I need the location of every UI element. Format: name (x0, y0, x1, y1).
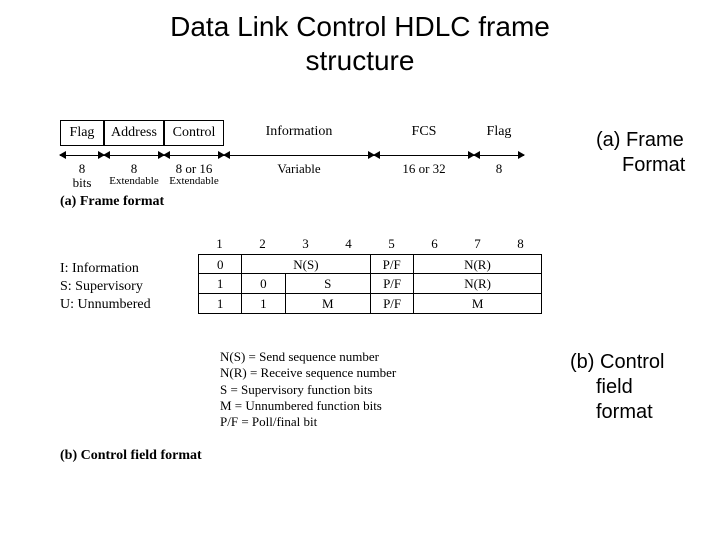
bit-num-3: 3 (284, 234, 327, 254)
slide-title: Data Link Control HDLC frame structure (0, 0, 720, 81)
dim-label: 8 (474, 162, 524, 176)
bit-number-row: 1 2 3 4 5 6 7 8 (198, 234, 542, 254)
control-field-table: 1 2 3 4 5 6 7 8 0 N(S) P/F N(R) 1 0 S (198, 234, 542, 314)
pf-field: P/F (370, 294, 413, 314)
legend-i: I: Information (60, 260, 151, 278)
bit-num-1: 1 (198, 234, 241, 254)
bit1: 1 (198, 274, 241, 294)
frame-cell-information: Information (224, 120, 374, 146)
bit2: 0 (241, 274, 284, 294)
pf-field: P/F (370, 274, 413, 294)
glossary-nr: N(R) = Receive sequence number (220, 365, 396, 381)
frame-format-row: Flag Address Control Information FCS Fla… (60, 120, 590, 150)
dim-label: 8 or 16 (164, 162, 224, 176)
dim-label: 16 or 32 (374, 162, 474, 176)
title-line-2: structure (306, 45, 415, 76)
dim-label: Variable (224, 162, 374, 176)
pf-field: P/F (370, 254, 413, 274)
frame-cell-flag-start: Flag (60, 120, 104, 146)
bit1: 0 (198, 254, 241, 274)
glossary-m: M = Unnumbered function bits (220, 398, 396, 414)
bit-num-7: 7 (456, 234, 499, 254)
frame-cell-control: Control (164, 120, 224, 146)
annotation-a-line1: (a) Frame (596, 129, 684, 151)
annotation-b-line1: (b) Control (570, 351, 664, 373)
legend-s: S: Supervisory (60, 278, 151, 296)
annotation-b: (b) Control field format (570, 350, 664, 425)
dim-extra-ext: Extendable (104, 176, 164, 188)
legend-u: U: Unnumbered (60, 296, 151, 314)
caption-b-wrap: (b) Control field format (60, 444, 202, 464)
frame-type-legend: I: Information S: Supervisory U: Unnumbe… (60, 260, 151, 315)
frame-cell-address: Address (104, 120, 164, 146)
title-line-1: Data Link Control HDLC frame (170, 11, 550, 42)
annotation-a: (a) Frame Format (596, 128, 685, 178)
glossary-ns: N(S) = Send sequence number (220, 349, 396, 365)
s-frame-row: 1 0 S P/F N(R) (198, 274, 542, 294)
frame-cell-flag-end: Flag (474, 120, 524, 146)
dim-extra-ext: Extendable (164, 176, 224, 188)
dim-information: Variable (224, 150, 374, 176)
dim-flag-start: 8 bits (60, 150, 104, 189)
bit-num-8: 8 (499, 234, 542, 254)
hdlc-diagram: Flag Address Control Information FCS Fla… (60, 120, 590, 234)
dim-fcs: 16 or 32 (374, 150, 474, 176)
m-field-1: M (285, 294, 371, 314)
glossary-s: S = Supervisory function bits (220, 382, 396, 398)
glossary-pf: P/F = Poll/final bit (220, 414, 396, 430)
dim-label: 8 (60, 162, 104, 176)
dim-control: 8 or 16 Extendable (164, 150, 224, 187)
annotation-b-line3: format (570, 401, 653, 423)
s-field: S (285, 274, 371, 294)
m-field-2: M (413, 294, 542, 314)
bit2: 1 (241, 294, 284, 314)
frame-dimensions-row: 8 bits 8 Extendable 8 or 16 Extendable V… (60, 150, 590, 190)
dim-extra-bits: bits (60, 176, 104, 190)
i-frame-row: 0 N(S) P/F N(R) (198, 254, 542, 274)
caption-a: (a) Frame format (60, 194, 590, 210)
nr-field: N(R) (413, 254, 542, 274)
dim-label: 8 (104, 162, 164, 176)
bit-num-5: 5 (370, 234, 413, 254)
field-glossary: N(S) = Send sequence number N(R) = Recei… (220, 349, 396, 430)
annotation-b-line2: field (570, 376, 633, 398)
bit-num-4: 4 (327, 234, 370, 254)
bit1: 1 (198, 294, 241, 314)
caption-b: (b) Control field format (60, 448, 202, 464)
dim-flag-end: 8 (474, 150, 524, 176)
u-frame-row: 1 1 M P/F M (198, 294, 542, 314)
frame-cell-fcs: FCS (374, 120, 474, 146)
nr-field: N(R) (413, 274, 542, 294)
annotation-a-line2: Format (596, 154, 685, 176)
bit-num-6: 6 (413, 234, 456, 254)
ns-field: N(S) (241, 254, 369, 274)
dim-address: 8 Extendable (104, 150, 164, 187)
bit-num-2: 2 (241, 234, 284, 254)
